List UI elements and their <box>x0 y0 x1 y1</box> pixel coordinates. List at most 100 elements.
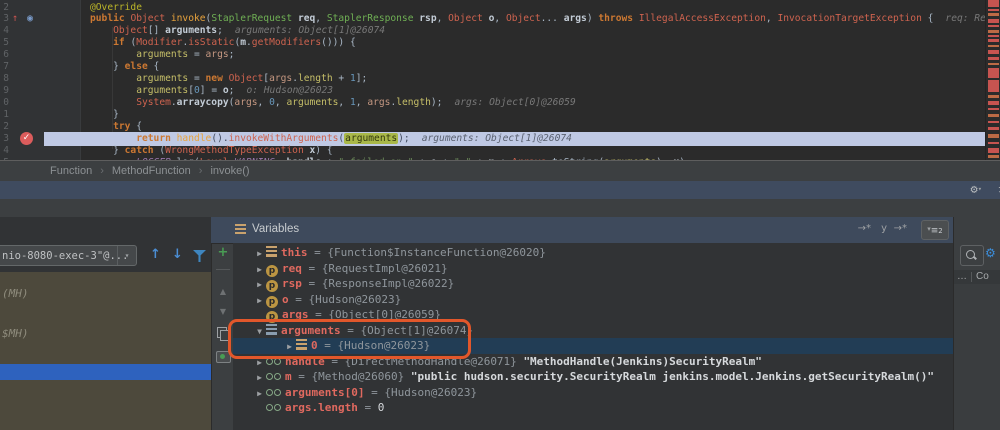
error-stripe-mark[interactable] <box>988 25 999 27</box>
code-editor[interactable]: 23456789012345↑◉✓ @Overridepublic Object… <box>0 0 985 160</box>
search-button[interactable] <box>960 245 984 266</box>
variable-row[interactable]: ▶ 0 = {Hudson@26023} <box>233 338 953 354</box>
error-stripe-mark[interactable] <box>988 9 999 11</box>
move-up-icon[interactable]: ▲ <box>212 287 234 296</box>
variable-row[interactable]: ▶ o = {Hudson@26023} <box>233 292 953 308</box>
code-line[interactable]: public Object invoke(StaplerRequest req,… <box>90 13 985 25</box>
expand-icon[interactable]: ▶ <box>253 370 266 386</box>
gear-icon[interactable]: ⚙ <box>971 182 978 196</box>
expand-icon[interactable]: ▶ <box>253 277 266 293</box>
code-token: else <box>124 61 148 73</box>
variable-row[interactable]: ▶ handle = {DirectMethodHandle@26071} "Me… <box>233 354 953 370</box>
view-options-button[interactable]: ▾≡2 <box>921 220 949 240</box>
variable-row[interactable]: ▶ arguments[0] = {Hudson@26023} <box>233 385 953 401</box>
gear-icon[interactable]: ⚙ <box>985 246 996 260</box>
code-line[interactable]: } else { <box>90 61 985 73</box>
code-line[interactable]: Object[] arguments; arguments: Object[1]@… <box>90 25 985 37</box>
variable-row[interactable]: args = {Object[0]@26059} <box>233 307 953 323</box>
selected-frame-row[interactable] <box>0 364 211 380</box>
error-stripe-mark[interactable] <box>988 63 999 65</box>
step-icon[interactable]: →* <box>858 223 871 234</box>
variables-tree[interactable]: ▶ this = {Function$InstanceFunction@26020… <box>233 243 953 430</box>
error-stripe-mark[interactable] <box>988 19 999 23</box>
code-token: } <box>90 109 119 121</box>
code-token: args <box>269 73 293 85</box>
code-line[interactable]: return handle().invokeWithArguments(argu… <box>44 131 985 146</box>
variable-value: = <box>357 401 378 414</box>
error-stripe-mark[interactable] <box>988 80 999 92</box>
error-stripe-mark[interactable] <box>988 50 999 54</box>
variable-row[interactable]: ▶ m = {Method@26060} "public hudson.secur… <box>233 369 953 385</box>
step-icon[interactable]: →* <box>894 223 907 234</box>
error-stripe-mark[interactable] <box>988 39 999 42</box>
variable-name: this <box>281 246 308 259</box>
error-stripe-mark[interactable] <box>988 13 999 16</box>
breadcrumb-item[interactable]: invoke() <box>210 165 249 177</box>
move-down-icon[interactable]: ▼ <box>212 307 234 316</box>
code-token: , <box>338 97 350 109</box>
error-stripe-mark[interactable] <box>988 35 999 37</box>
code-line[interactable]: arguments = new Object[args.length + 1]; <box>90 73 985 85</box>
breadcrumb-item[interactable]: Function <box>50 165 92 177</box>
frame-up-button[interactable]: ↑ <box>150 247 161 262</box>
error-stripe-mark[interactable] <box>988 101 999 105</box>
variable-row[interactable]: ▶ req = {RequestImpl@26021} <box>233 261 953 277</box>
frame-row[interactable]: $MH) <box>2 326 29 341</box>
expand-icon[interactable]: ▶ <box>253 293 266 309</box>
variable-value: = {Hudson@26023} <box>288 292 402 306</box>
error-stripe-scrollbar[interactable] <box>985 0 1000 160</box>
expand-icon[interactable]: ▶ <box>253 355 266 371</box>
collapse-icon[interactable]: ▼ <box>253 324 266 340</box>
expand-icon[interactable]: ▶ <box>253 386 266 402</box>
code-line[interactable]: arguments[0] = o; o: Hudson@26023 <box>90 85 985 97</box>
error-stripe-mark[interactable] <box>988 134 999 138</box>
more-dots[interactable]: … <box>957 270 967 284</box>
error-stripe-mark[interactable] <box>988 0 999 7</box>
code-line[interactable]: @Override <box>90 2 985 14</box>
code-line[interactable]: System.arraycopy(args, 0, arguments, 1, … <box>90 97 985 109</box>
capture-memory-icon[interactable] <box>216 351 231 363</box>
filter-frames-icon[interactable] <box>193 250 206 262</box>
error-stripe-mark[interactable] <box>988 148 999 153</box>
code-token: try <box>113 121 131 132</box>
error-stripe-mark[interactable] <box>988 95 999 98</box>
code-token: @Override <box>90 1 142 13</box>
variable-row[interactable]: ▶ this = {Function$InstanceFunction@26020… <box>233 245 953 261</box>
expand-icon[interactable]: ▶ <box>253 262 266 278</box>
breadcrumb-item[interactable]: MethodFunction <box>112 165 191 177</box>
code-token: invokeWithArguments <box>228 132 339 144</box>
code-line[interactable]: } <box>90 109 985 121</box>
variable-row[interactable]: args.length = 0 <box>233 400 953 416</box>
error-stripe-mark[interactable] <box>988 45 999 47</box>
error-stripe-mark[interactable] <box>988 114 999 117</box>
code-token: Object <box>130 13 171 25</box>
error-stripe-mark[interactable] <box>988 142 999 144</box>
error-stripe-mark[interactable] <box>988 155 999 158</box>
breadcrumb-separator: › <box>100 165 104 177</box>
code-token: ) { <box>315 144 333 156</box>
expand-icon[interactable]: ▶ <box>253 246 266 262</box>
debugger-inline-hint: arguments: Object[1]@26074 <box>421 132 572 144</box>
variable-row[interactable]: ▼ arguments = {Object[1]@26074} <box>233 323 953 339</box>
variable-row[interactable]: ▶ rsp = {ResponseImpl@26022} <box>233 276 953 292</box>
error-stripe-mark[interactable] <box>988 68 999 78</box>
error-stripe-mark[interactable] <box>988 127 999 130</box>
error-stripe-mark[interactable] <box>988 30 999 33</box>
frame-down-button[interactable]: ↓ <box>172 247 183 262</box>
code-line[interactable]: if (Modifier.isStatic(m.getModifiers()))… <box>90 37 985 49</box>
code-line[interactable]: } catch (WrongMethodTypeException x) { <box>90 145 985 157</box>
code-token: ; <box>228 49 235 61</box>
error-stripe-mark[interactable] <box>988 108 999 110</box>
frames-list[interactable]: (MH) $MH) <box>0 272 211 430</box>
thread-selector-dropdown[interactable]: nio-8080-exec-3"@... ▾ <box>0 245 137 266</box>
add-watch-icon[interactable]: + <box>212 245 234 260</box>
expand-icon[interactable]: ▶ <box>283 339 296 355</box>
y-icon[interactable]: y <box>881 223 887 234</box>
frame-row[interactable]: (MH) <box>2 286 29 301</box>
code-token: + <box>321 157 338 160</box>
code-line[interactable]: arguments = args; <box>90 49 985 61</box>
error-stripe-mark[interactable] <box>988 121 999 123</box>
right-tool-panel: ⚙ … Co ad the cl <box>953 217 1000 430</box>
error-stripe-mark[interactable] <box>988 57 999 60</box>
